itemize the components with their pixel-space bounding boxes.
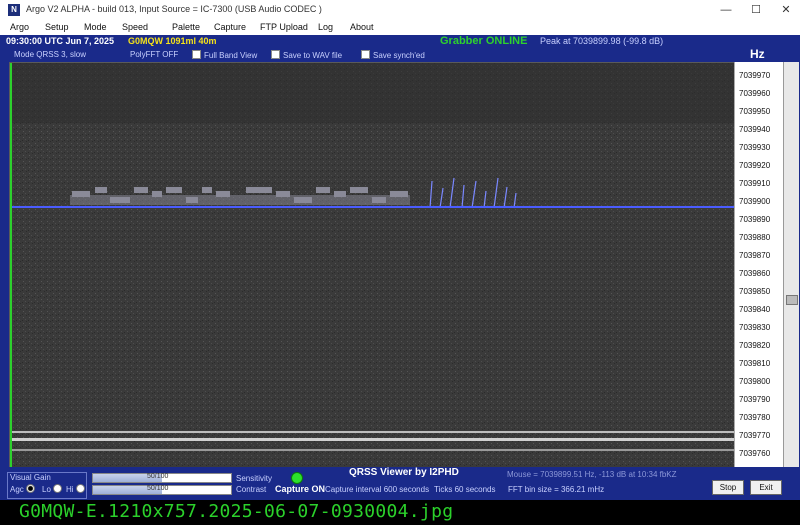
carrier-line: [10, 438, 734, 441]
checkbox-icon: [361, 50, 370, 59]
visual-gain-group: Visual Gain Agc Lo Hi: [7, 472, 87, 499]
window-title: Argo V2 ALPHA - build 013, Input Source …: [26, 4, 322, 14]
radio-icon: [75, 484, 85, 493]
peak-readout: Peak at 7039899.98 (-99.8 dB): [540, 36, 664, 46]
lo-radio[interactable]: Lo: [42, 484, 63, 494]
carrier-line: [10, 449, 734, 451]
capture-status[interactable]: Capture ON: [275, 484, 325, 494]
radio-icon: [53, 484, 63, 493]
menu-about[interactable]: About: [350, 22, 374, 32]
checkbox-icon: [192, 50, 201, 59]
ticks-label: Ticks 60 seconds: [434, 485, 496, 494]
waterfall-noise: [10, 63, 734, 468]
freq-tick: 7039920: [739, 161, 771, 170]
title-bar: N Argo V2 ALPHA - build 013, Input Sourc…: [0, 0, 800, 20]
datetime-readout: 09:30:00 UTC Jun 7, 2025: [6, 36, 115, 46]
full-band-checkbox[interactable]: Full Band View: [192, 50, 257, 60]
freq-tick: 7039910: [739, 179, 771, 188]
frequency-scale: 7039970 7039960 7039950 7039940 7039930 …: [734, 62, 783, 467]
save-synch-checkbox[interactable]: Save synch'ed: [361, 50, 425, 60]
waterfall-image: [10, 63, 734, 468]
lo-label: Lo: [42, 485, 51, 494]
freq-tick: 7039930: [739, 143, 771, 152]
hi-label: Hi: [66, 485, 74, 494]
freq-tick: 7039860: [739, 269, 771, 278]
checkbox-icon: [271, 50, 280, 59]
save-wav-checkbox[interactable]: Save to WAV file: [271, 50, 342, 60]
polyfft-label: PolyFFT OFF: [130, 50, 179, 59]
argo-window: N Argo V2 ALPHA - build 013, Input Sourc…: [0, 0, 800, 500]
agc-radio[interactable]: Agc: [10, 484, 36, 494]
freq-tick: 7039870: [739, 251, 771, 260]
sensitivity-label: Sensitivity: [236, 474, 273, 483]
freq-tick: 7039880: [739, 233, 771, 242]
control-panel: Visual Gain Agc Lo Hi 50/100 50/100 Sens…: [0, 467, 800, 500]
radio-icon: [26, 484, 36, 493]
waterfall-display[interactable]: [9, 62, 735, 469]
menu-log[interactable]: Log: [318, 22, 333, 32]
signal-baseline: [10, 206, 734, 208]
filename-text: G0MQW-E.1210x757.2025-06-07-0930004.jpg: [19, 501, 454, 522]
menu-argo[interactable]: Argo: [10, 22, 29, 32]
menu-speed[interactable]: Speed: [122, 22, 148, 32]
sensitivity-value: 50/100: [147, 473, 169, 480]
menu-setup[interactable]: Setup: [45, 22, 69, 32]
exit-button[interactable]: Exit: [750, 480, 782, 495]
waterfall-top-band: [10, 63, 734, 123]
menu-mode[interactable]: Mode: [84, 22, 107, 32]
freq-tick: 7039850: [739, 287, 771, 296]
freq-tick: 7039820: [739, 341, 771, 350]
freq-tick: 7039790: [739, 395, 771, 404]
contrast-label: Contrast: [236, 485, 267, 494]
callsign-label: G0MQW 1091ml 40m: [128, 36, 217, 46]
menu-palette[interactable]: Palette: [172, 22, 200, 32]
fft-bin-size: FFT bin size = 366.21 mHz: [508, 485, 605, 494]
freq-tick: 7039780: [739, 413, 771, 422]
mouse-readout: Mouse = 7039899.51 Hz, -113 dB at 10:34 …: [507, 470, 677, 479]
freq-tick: 7039940: [739, 125, 771, 134]
freq-tick: 7039840: [739, 305, 771, 314]
contrast-slider[interactable]: 50/100: [92, 485, 232, 495]
freq-tick: 7039800: [739, 377, 771, 386]
sensitivity-slider[interactable]: 50/100: [92, 473, 232, 483]
freq-tick: 7039950: [739, 107, 771, 116]
menu-capture[interactable]: Capture: [214, 22, 246, 32]
qrss-viewer-title: QRSS Viewer by I2PHD: [349, 467, 459, 478]
freq-tick: 7039970: [739, 71, 771, 80]
freq-tick: 7039770: [739, 431, 771, 440]
visual-gain-label: Visual Gain: [10, 473, 51, 482]
options-bar: Mode QRSS 3, slow PolyFFT OFF Full Band …: [0, 49, 800, 61]
vertical-scrollbar[interactable]: [783, 62, 799, 467]
grabber-status: Grabber ONLINE: [440, 35, 528, 47]
info-bar: 09:30:00 UTC Jun 7, 2025 G0MQW 1091ml 40…: [0, 35, 800, 49]
menu-ftp-upload[interactable]: FTP Upload: [260, 22, 308, 32]
capture-interval: Capture interval 600 seconds: [325, 485, 430, 494]
app-icon: N: [8, 4, 20, 16]
maximize-button[interactable]: ☐: [742, 0, 770, 20]
stop-button[interactable]: Stop: [712, 480, 744, 495]
mode-label: Mode QRSS 3, slow: [14, 50, 87, 59]
freq-tick: 7039810: [739, 359, 771, 368]
save-synch-label: Save synch'ed: [373, 51, 425, 60]
freq-tick: 7039760: [739, 449, 771, 458]
menu-bar: Argo Setup Mode Speed Palette Capture FT…: [0, 20, 800, 36]
freq-tick: 7039830: [739, 323, 771, 332]
waterfall-left-marker: [10, 63, 12, 468]
hi-radio[interactable]: Hi: [66, 484, 85, 494]
contrast-value: 50/100: [147, 485, 169, 492]
scrollbar-thumb[interactable]: [786, 295, 798, 305]
capture-indicator-lamp: [291, 472, 303, 484]
agc-label: Agc: [10, 485, 24, 494]
freq-tick: 7039960: [739, 89, 771, 98]
close-button[interactable]: ✕: [772, 0, 800, 20]
freq-tick: 7039890: [739, 215, 771, 224]
carrier-line: [10, 431, 734, 433]
filename-caption: G0MQW-E.1210x757.2025-06-07-0930004.jpg: [0, 500, 800, 525]
freq-tick: 7039900: [739, 197, 771, 206]
save-wav-label: Save to WAV file: [283, 51, 343, 60]
hz-label: Hz: [750, 47, 765, 61]
minimize-button[interactable]: —: [712, 0, 740, 20]
full-band-label: Full Band View: [204, 51, 258, 60]
